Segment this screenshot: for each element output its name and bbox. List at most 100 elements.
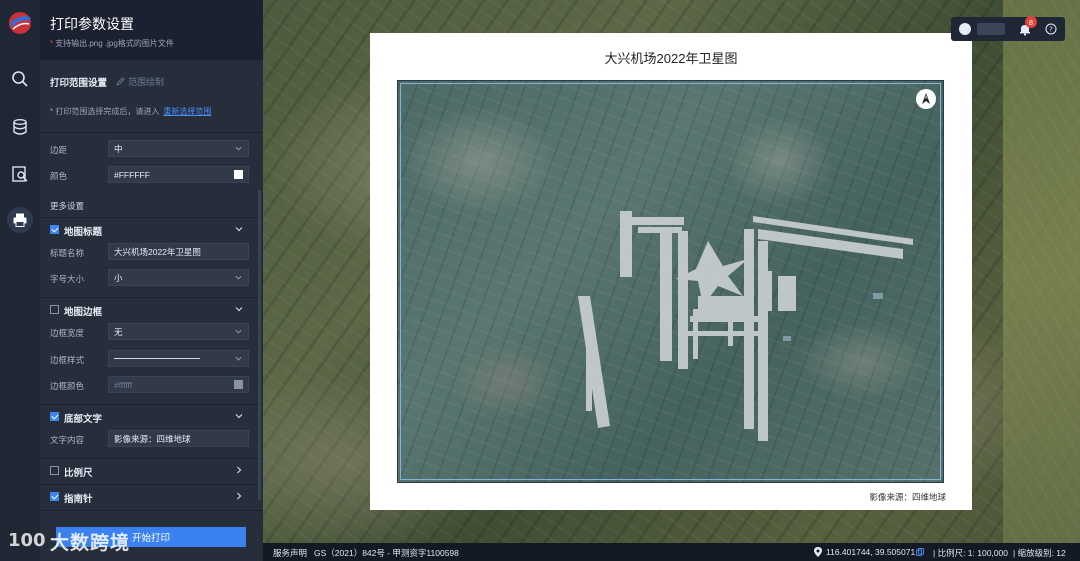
copy-icon[interactable]: [916, 548, 924, 556]
chevron-down-icon[interactable]: [234, 411, 244, 421]
border-width-value: 无: [114, 326, 123, 337]
solid-line-preview: [114, 358, 200, 359]
chevron-down-icon: [235, 329, 242, 334]
watermark-text: 大数跨境: [50, 533, 131, 554]
divider: [40, 297, 263, 298]
map-border-checkbox[interactable]: [50, 305, 59, 314]
color-input[interactable]: #FFFFFF: [108, 166, 249, 183]
map-border-group-header[interactable]: 地图边框: [40, 299, 263, 321]
panel-scrollbar[interactable]: [258, 190, 261, 500]
pen-icon: [116, 77, 125, 86]
notification-badge: 8: [1025, 16, 1037, 28]
range-section-title: 打印范围设置: [50, 78, 108, 89]
panel-header: 打印参数设置 * 支持输出.png .jpg格式的图片文件: [40, 0, 263, 60]
border-width-label: 边框宽度: [50, 328, 85, 338]
more-settings-label: 更多设置: [50, 201, 85, 211]
map-overflow-area: [1003, 0, 1080, 543]
title-name-label: 标题名称: [50, 248, 85, 258]
border-color-swatch[interactable]: [234, 380, 243, 389]
preview-satellite-image: A: [397, 80, 944, 483]
map-status-bar: 服务声明 GS（2021）842号 - 甲测资字1100598 116.4017…: [263, 543, 1080, 561]
margin-value: 中: [114, 143, 123, 154]
chevron-down-icon[interactable]: [234, 224, 244, 234]
panel-subtitle: * 支持输出.png .jpg格式的图片文件: [50, 39, 174, 48]
service-statement-link[interactable]: 服务声明: [273, 547, 307, 559]
zoom-level-readout: | 缩放级别: 12: [1013, 548, 1066, 558]
divider: [40, 458, 263, 459]
icon-rail: [0, 0, 40, 561]
font-size-value: 小: [114, 272, 123, 283]
title-name-value: 大兴机场2022年卫星图: [114, 246, 201, 257]
margin-label: 边距: [50, 145, 68, 155]
text-content-input[interactable]: 影像来源：四维地球: [108, 430, 249, 447]
map-title-group-label: 地图标题: [64, 227, 103, 238]
print-preview-paper: 大兴机场2022年卫星图 A 影像来源：四维地球: [370, 33, 972, 510]
compass-group-label: 指南针: [64, 494, 93, 505]
map-border-group-label: 地图边框: [64, 307, 103, 318]
range-note: * 打印范围选择完成后，请进入 重新选择范围: [50, 107, 212, 116]
chevron-down-icon: [235, 356, 242, 361]
chevron-down-icon[interactable]: [234, 304, 244, 314]
divider: [40, 404, 263, 405]
scale-checkbox[interactable]: [50, 466, 59, 475]
preview-footer: 影像来源：四维地球: [869, 492, 946, 502]
panel-title: 打印参数设置: [50, 16, 134, 32]
font-size-select[interactable]: 小: [108, 269, 249, 286]
divider: [40, 484, 263, 485]
reselect-range-link[interactable]: 重新选择范围: [163, 107, 211, 116]
footer-text-group-header[interactable]: 底部文字: [40, 406, 263, 428]
footer-text-group-label: 底部文字: [64, 414, 103, 425]
border-style-label: 边框样式: [50, 355, 85, 365]
watermark-logo: 100: [8, 530, 46, 551]
color-label: 颜色: [50, 171, 68, 181]
font-size-label: 字号大小: [50, 274, 85, 284]
text-content-label: 文字内容: [50, 435, 85, 445]
preview-title: 大兴机场2022年卫星图: [604, 51, 738, 66]
map-search-icon[interactable]: [7, 161, 33, 187]
border-width-select[interactable]: 无: [108, 323, 249, 340]
scale-group-header[interactable]: 比例尺: [40, 460, 263, 482]
map-title-checkbox[interactable]: [50, 225, 59, 234]
footer-text-checkbox[interactable]: [50, 412, 59, 421]
printer-icon[interactable]: [7, 207, 33, 233]
coordinates-readout: 116.401744, 39.505071: [826, 547, 916, 557]
color-swatch[interactable]: [234, 170, 243, 179]
border-style-select[interactable]: [108, 350, 249, 367]
help-icon[interactable]: ?: [1045, 23, 1057, 35]
north-letter: A: [925, 95, 928, 100]
chevron-down-icon: [235, 275, 242, 280]
location-pin-icon: [814, 547, 822, 557]
license-text: GS（2021）842号 - 甲测资字1100598: [314, 548, 459, 558]
watermark: 100 大数跨境: [6, 524, 146, 554]
preview-inner-frame: [400, 83, 941, 480]
color-value: #FFFFFF: [114, 169, 150, 180]
user-avatar-icon[interactable]: [959, 23, 971, 35]
user-toolbar: 8 ?: [951, 16, 1065, 41]
divider: [40, 132, 263, 133]
database-icon[interactable]: [7, 114, 33, 140]
chevron-right-icon[interactable]: [234, 491, 244, 501]
border-color-input[interactable]: #ffffff: [108, 376, 249, 393]
map-title-group-header[interactable]: 地图标题: [40, 219, 263, 241]
app-logo-icon[interactable]: [7, 10, 33, 36]
border-color-placeholder: #ffffff: [114, 379, 133, 390]
margin-select[interactable]: 中: [108, 140, 249, 157]
divider: [40, 217, 263, 218]
north-arrow-icon: A: [916, 89, 936, 109]
scale-readout: | 比例尺: 1: 100,000: [933, 548, 1008, 558]
range-draw-link[interactable]: 范围绘制: [116, 75, 164, 88]
divider: [40, 510, 263, 511]
compass-group-header[interactable]: 指南针: [40, 486, 263, 508]
text-content-value: 影像来源：四维地球: [114, 433, 191, 444]
search-icon[interactable]: [7, 66, 33, 92]
print-settings-panel: 打印参数设置 * 支持输出.png .jpg格式的图片文件 打印范围设置 范围绘制…: [40, 0, 263, 561]
scale-group-label: 比例尺: [64, 468, 93, 479]
chevron-down-icon: [235, 146, 242, 151]
chevron-right-icon[interactable]: [234, 465, 244, 475]
title-name-input[interactable]: 大兴机场2022年卫星图: [108, 243, 249, 260]
svg-text:?: ?: [1049, 26, 1053, 34]
border-color-label: 边框颜色: [50, 381, 85, 391]
compass-checkbox[interactable]: [50, 492, 59, 501]
username-redacted[interactable]: [977, 23, 1005, 35]
svg-text:100: 100: [8, 530, 46, 551]
